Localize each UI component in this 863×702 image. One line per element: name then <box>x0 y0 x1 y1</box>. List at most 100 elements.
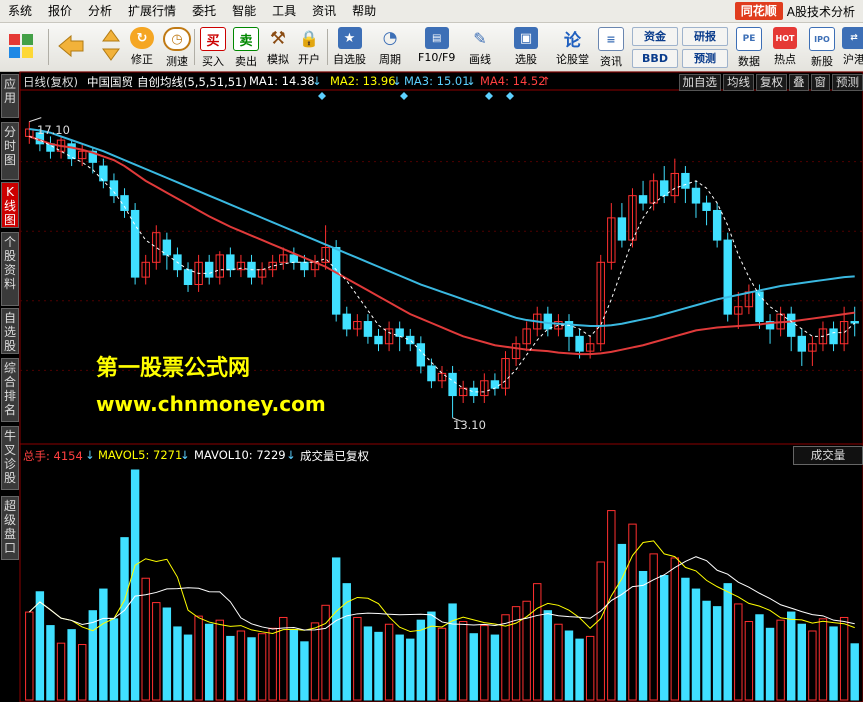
tab-super-board[interactable]: 超级盘口 <box>1 496 19 560</box>
volume-bar <box>469 633 478 701</box>
bbd-button[interactable]: BBD <box>632 49 678 68</box>
menu-smart[interactable]: 智能 <box>224 0 264 22</box>
clock-icon: ◷ <box>163 27 191 51</box>
volume-bar <box>839 616 849 701</box>
forum-button[interactable]: 论 论股堂 <box>556 25 589 69</box>
period-button[interactable]: ◔ 周期 <box>378 25 402 69</box>
data-button[interactable]: PE 数据 <box>736 25 762 69</box>
adjust-button[interactable]: 复权 <box>756 74 787 91</box>
volume-bar <box>480 625 489 701</box>
candle-body <box>141 261 150 278</box>
volume-bar <box>321 604 330 701</box>
layout-button[interactable] <box>6 25 36 69</box>
menu-quote[interactable]: 报价 <box>40 0 80 22</box>
window-button[interactable]: 窗 <box>810 74 830 91</box>
volume-total: 总手: 4154 <box>23 449 83 463</box>
ma-button[interactable]: 均线 <box>723 74 754 91</box>
speed-test-label: 测速 <box>166 55 188 68</box>
left-side-tabs: 应用 分时图 K线图 个股资料 自选股 综合排名 牛叉诊股 超级盘口 <box>0 72 20 702</box>
buy-button[interactable]: 买 买入 <box>200 25 226 69</box>
candle-body <box>808 343 817 352</box>
overlay-button[interactable]: 叠 <box>789 74 809 91</box>
tab-apps[interactable]: 应用 <box>1 74 19 118</box>
tab-ranking[interactable]: 综合排名 <box>1 358 19 422</box>
menu-analysis[interactable]: 分析 <box>80 0 120 22</box>
menu-news[interactable]: 资讯 <box>304 0 344 22</box>
volume-bar <box>130 469 140 701</box>
simulate-button[interactable]: ⚒ 模拟 <box>266 25 290 69</box>
volume-panel-button[interactable]: 成交量 <box>793 446 863 465</box>
menu-extended-quotes[interactable]: 扩展行情 <box>120 0 184 22</box>
ma3-value: MA3: 15.01 <box>404 74 470 88</box>
volume-bar <box>564 630 574 701</box>
scroll-buttons[interactable] <box>100 25 122 69</box>
volume-bar <box>522 600 531 701</box>
menu-help[interactable]: 帮助 <box>344 0 384 22</box>
draw-line-label: 画线 <box>469 53 491 66</box>
tab-intraday[interactable]: 分时图 <box>1 122 19 180</box>
buy-label: 买入 <box>202 55 224 68</box>
hk-connect-button[interactable]: ⇄ 沪港 <box>842 25 863 69</box>
volume-bar <box>236 630 246 701</box>
volume-bar <box>638 570 648 701</box>
add-watchlist-button[interactable]: 加自选 <box>678 74 721 91</box>
tab-watchlist[interactable]: 自选股 <box>1 308 19 354</box>
f10-button[interactable]: ▤ F10/F9 <box>418 25 455 69</box>
candle-body <box>818 328 828 345</box>
volume-bar <box>554 623 563 701</box>
volume-bar <box>628 523 637 701</box>
candle-body <box>787 313 796 337</box>
volume-bar <box>162 607 172 701</box>
candle-body <box>649 180 658 204</box>
volume-bar <box>755 614 764 701</box>
new-stock-button[interactable]: IPO 新股 <box>809 25 835 69</box>
open-account-button[interactable]: 🔒 开户 <box>297 25 321 69</box>
candle-body <box>279 254 288 263</box>
forecast-chart-button[interactable]: 预测 <box>832 74 863 91</box>
stock-picker-button[interactable]: ▣ 选股 <box>514 25 538 69</box>
speed-test-button[interactable]: ◷ 测速 <box>163 25 191 69</box>
menu-bar: 系统 报价 分析 扩展行情 委托 智能 工具 资讯 帮助 同花顺 A股技术分析 <box>0 0 863 23</box>
correct-button[interactable]: ↻ 修正 <box>130 25 154 69</box>
candle-body <box>533 313 542 330</box>
period-label: 周期 <box>379 53 401 66</box>
buy-icon: 买 <box>200 27 226 51</box>
document-icon: ≡ <box>598 27 624 51</box>
candle-body <box>173 254 182 271</box>
volume-bar <box>797 623 807 701</box>
candle-body <box>829 328 838 345</box>
volume-bar <box>363 626 373 701</box>
menu-tools[interactable]: 工具 <box>264 0 304 22</box>
watchlist-button[interactable]: ★ 自选股 <box>333 25 366 69</box>
volume-bar <box>448 603 457 701</box>
brand-logo: 同花顺 <box>734 2 783 20</box>
volume-bar <box>691 588 701 701</box>
signal-diamond-icon <box>506 92 514 100</box>
news-button[interactable]: ≡ 资讯 <box>598 25 624 69</box>
volume-bar <box>744 621 754 701</box>
candle-body <box>342 313 351 330</box>
f10-icon: ▤ <box>424 27 449 49</box>
back-button[interactable] <box>56 25 86 69</box>
candle-body <box>596 261 605 345</box>
sell-button[interactable]: 卖 卖出 <box>233 25 259 69</box>
tab-stock-profile[interactable]: 个股资料 <box>1 232 19 306</box>
hotspot-button[interactable]: HOT 热点 <box>773 25 797 69</box>
candle-body <box>77 150 87 160</box>
candle-body <box>501 358 510 389</box>
volume-bar <box>416 619 426 701</box>
arrow-down-icon[interactable] <box>100 45 122 63</box>
research-report-button[interactable]: 研报 <box>682 27 728 46</box>
tab-diagnosis[interactable]: 牛叉诊股 <box>1 426 19 490</box>
forecast-button[interactable]: 预测 <box>682 49 728 68</box>
tab-kline[interactable]: K线图 <box>1 182 19 228</box>
toolbar-separator <box>48 29 49 65</box>
draw-line-button[interactable]: ✎ 画线 <box>468 25 492 69</box>
capital-button[interactable]: 资金 <box>632 27 678 46</box>
arrow-up-icon[interactable] <box>100 27 122 45</box>
volume-bar <box>787 611 796 701</box>
menu-trade[interactable]: 委托 <box>184 0 224 22</box>
menu-system[interactable]: 系统 <box>0 0 40 22</box>
ma2-value: MA2: 13.96 <box>330 74 396 88</box>
brand: 同花顺 A股技术分析 <box>734 2 855 20</box>
